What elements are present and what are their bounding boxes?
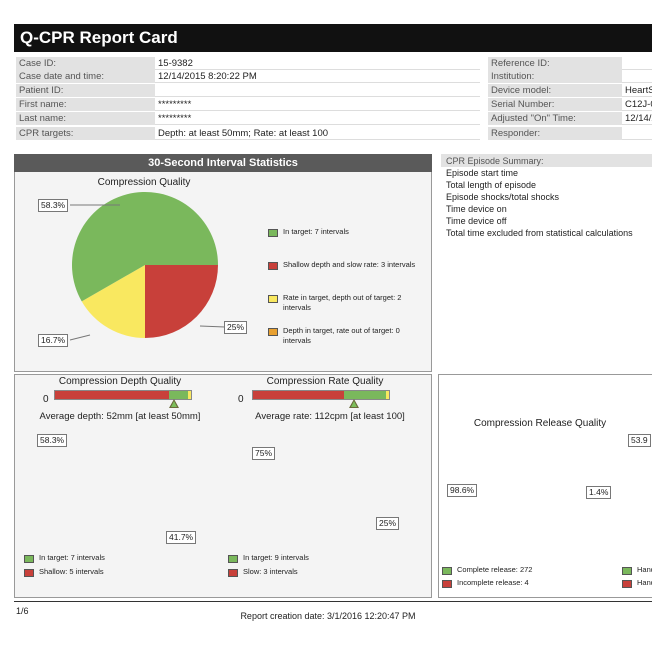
legend-item: Hand: [622, 578, 652, 588]
legend-swatch: [228, 569, 238, 577]
legend-item: In target: 9 intervals: [228, 553, 408, 563]
legend-swatch: [268, 295, 278, 303]
label-leader-line: [199, 325, 226, 328]
release-quality-title: Compression Release Quality: [473, 418, 607, 429]
rate-marker-icon: [349, 399, 359, 408]
legend-label: Shallow depth and slow rate: 3 intervals: [283, 260, 416, 269]
legend-swatch: [622, 580, 632, 588]
legend-item: Shallow depth and slow rate: 3 intervals: [268, 260, 428, 270]
legend-label: Rate in target, depth out of target: 2 i…: [283, 293, 402, 312]
pie-percent-label: 41.7%: [166, 531, 197, 544]
legend-item: Incomplete release: 4: [442, 578, 612, 588]
legend-swatch: [268, 229, 278, 237]
legend-swatch: [228, 555, 238, 563]
depth-marker-icon: [169, 399, 179, 408]
legend-swatch: [24, 569, 34, 577]
pie-percent-label: 16.7%: [38, 334, 69, 347]
pie-percent-label: 25%: [224, 321, 248, 334]
legend-label: Slow: 3 intervals: [243, 567, 298, 576]
legend-item: Hand: [622, 565, 652, 575]
rate-quality-title: Compression Rate Quality: [266, 376, 384, 387]
summary-item: Total length of episode: [446, 180, 537, 190]
quality-panel: [14, 374, 432, 598]
legend-label: Hand: [637, 578, 652, 587]
pie-percent-label: 75%: [252, 447, 276, 460]
report-creation-date: Report creation date: 3/1/2016 12:20:47 …: [240, 611, 416, 621]
summary-item: Episode start time: [446, 168, 519, 178]
legend-item: Complete release: 272: [442, 565, 612, 575]
summary-item: Time device on: [446, 204, 507, 214]
legend-swatch: [268, 328, 278, 336]
legend-item: Depth in target, rate out of target: 0 i…: [268, 326, 428, 346]
footer-divider: [14, 601, 652, 602]
legend-item: Rate in target, depth out of target: 2 i…: [268, 293, 428, 313]
legend-label: In target: 9 intervals: [243, 553, 309, 562]
cut-pie-label: 53.9: [628, 434, 651, 447]
legend-swatch: [442, 567, 452, 575]
pie-percent-label: 25%: [376, 517, 400, 530]
depth-average: Average depth: 52mm [at least 50mm]: [39, 411, 201, 422]
legend-label: Complete release: 272: [457, 565, 533, 574]
legend-swatch: [622, 567, 632, 575]
page-number: 1/6: [16, 606, 29, 616]
compression-quality-slice: [145, 265, 218, 338]
legend-item: In target: 7 intervals: [268, 227, 428, 237]
legend-item: In target: 7 intervals: [24, 553, 204, 563]
depth-bar-zero: 0: [43, 394, 49, 405]
legend-item: Slow: 3 intervals: [228, 567, 408, 577]
summary-item: Time device off: [446, 216, 507, 226]
legend-label: Depth in target, rate out of target: 0 i…: [283, 326, 400, 345]
legend-item: Shallow: 5 intervals: [24, 567, 204, 577]
label-leader-line: [69, 334, 91, 341]
pie-percent-label: 58.3%: [38, 199, 69, 212]
legend-label: In target: 7 intervals: [283, 227, 349, 236]
summary-item: Episode shocks/total shocks: [446, 192, 560, 202]
legend-label: Shallow: 5 intervals: [39, 567, 104, 576]
summary-title: CPR Episode Summary:: [446, 156, 544, 166]
pie-percent-label: 58.3%: [37, 434, 68, 447]
summary-item: Total time excluded from statistical cal…: [446, 228, 633, 238]
legend-label: In target: 7 intervals: [39, 553, 105, 562]
pie-percent-label: 1.4%: [586, 486, 612, 499]
rate-average: Average rate: 112cpm [at least 100]: [255, 411, 405, 422]
legend-swatch: [24, 555, 34, 563]
legend-swatch: [442, 580, 452, 588]
depth-quality-title: Compression Depth Quality: [58, 376, 182, 387]
legend-label: Hand: [637, 565, 652, 574]
legend-label: Incomplete release: 4: [457, 578, 529, 587]
rate-bar-zero: 0: [238, 394, 244, 405]
pie-percent-label: 98.6%: [447, 484, 478, 497]
legend-swatch: [268, 262, 278, 270]
rate-bar: [252, 390, 390, 400]
